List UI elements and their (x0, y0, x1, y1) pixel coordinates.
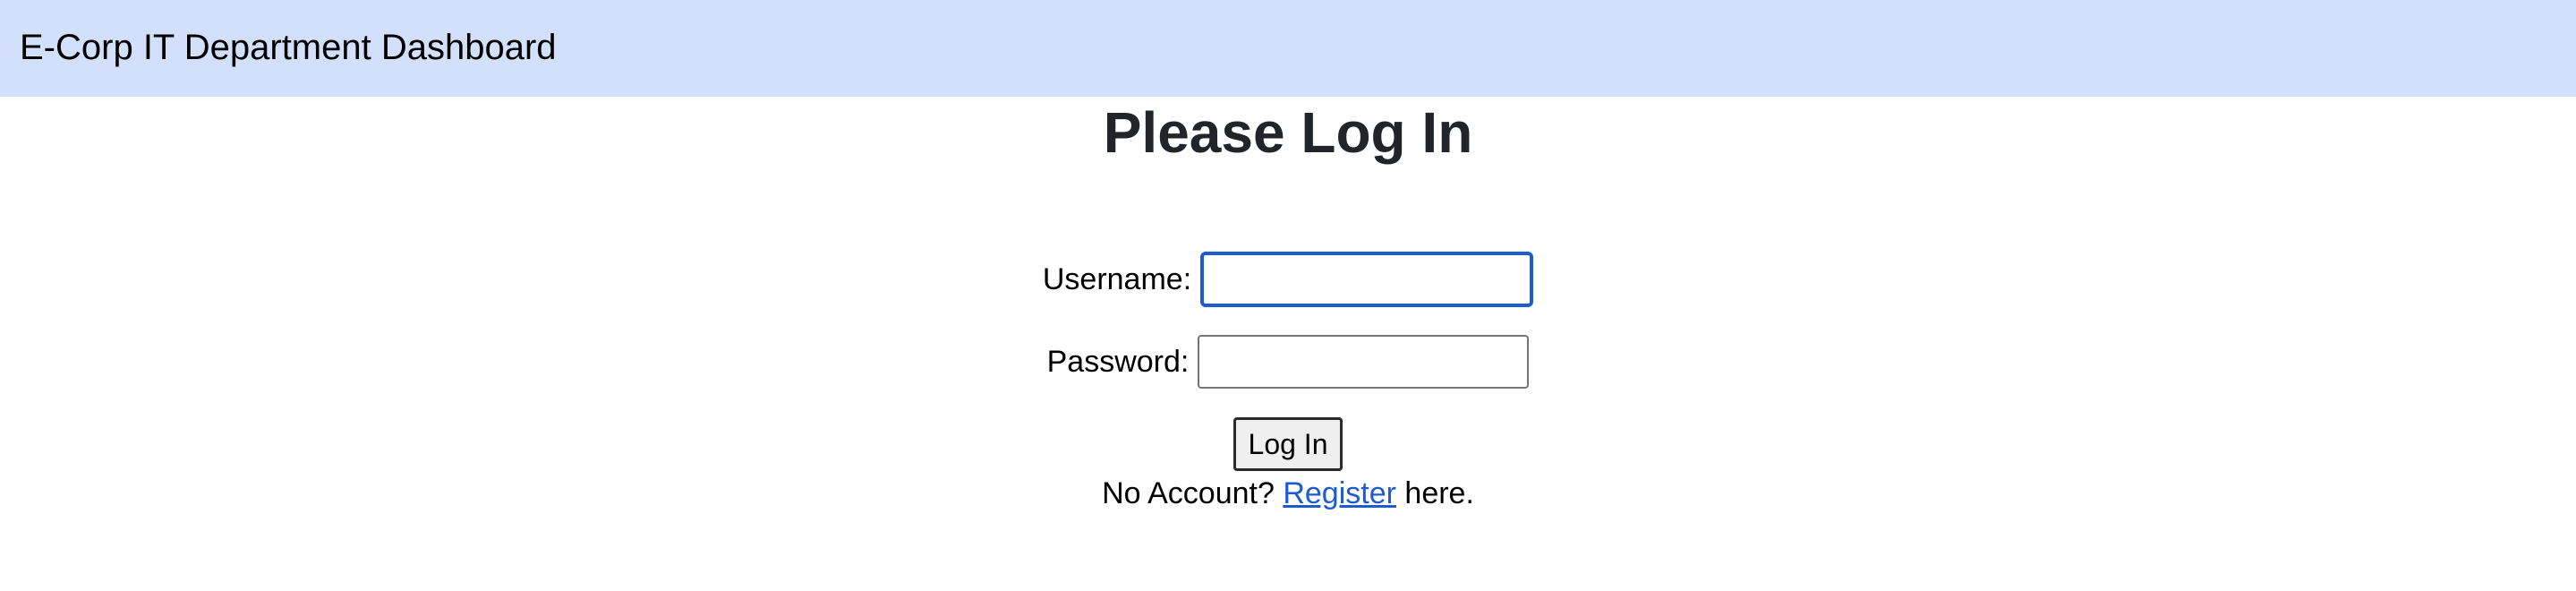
username-row: Username: (0, 251, 2576, 308)
login-button[interactable]: Log In (1233, 417, 1343, 471)
password-input[interactable] (1198, 335, 1530, 389)
password-label: Password: (1046, 345, 1190, 379)
page-title: Please Log In (1103, 100, 1473, 165)
username-label: Username: (1042, 262, 1192, 296)
app-title: E-Corp IT Department Dashboard (20, 28, 557, 67)
register-prefix-text: No Account? (1102, 476, 1275, 510)
submit-row: Log In (0, 417, 2576, 471)
top-header-bar: E-Corp IT Department Dashboard (0, 0, 2576, 97)
username-input[interactable] (1200, 252, 1534, 307)
password-row: Password: (0, 333, 2576, 390)
register-link[interactable]: Register (1283, 476, 1396, 510)
register-suffix-text: here. (1404, 476, 1474, 510)
register-prompt: No Account? Register here. (1102, 474, 1474, 513)
register-row: No Account? Register here. (0, 473, 2576, 514)
